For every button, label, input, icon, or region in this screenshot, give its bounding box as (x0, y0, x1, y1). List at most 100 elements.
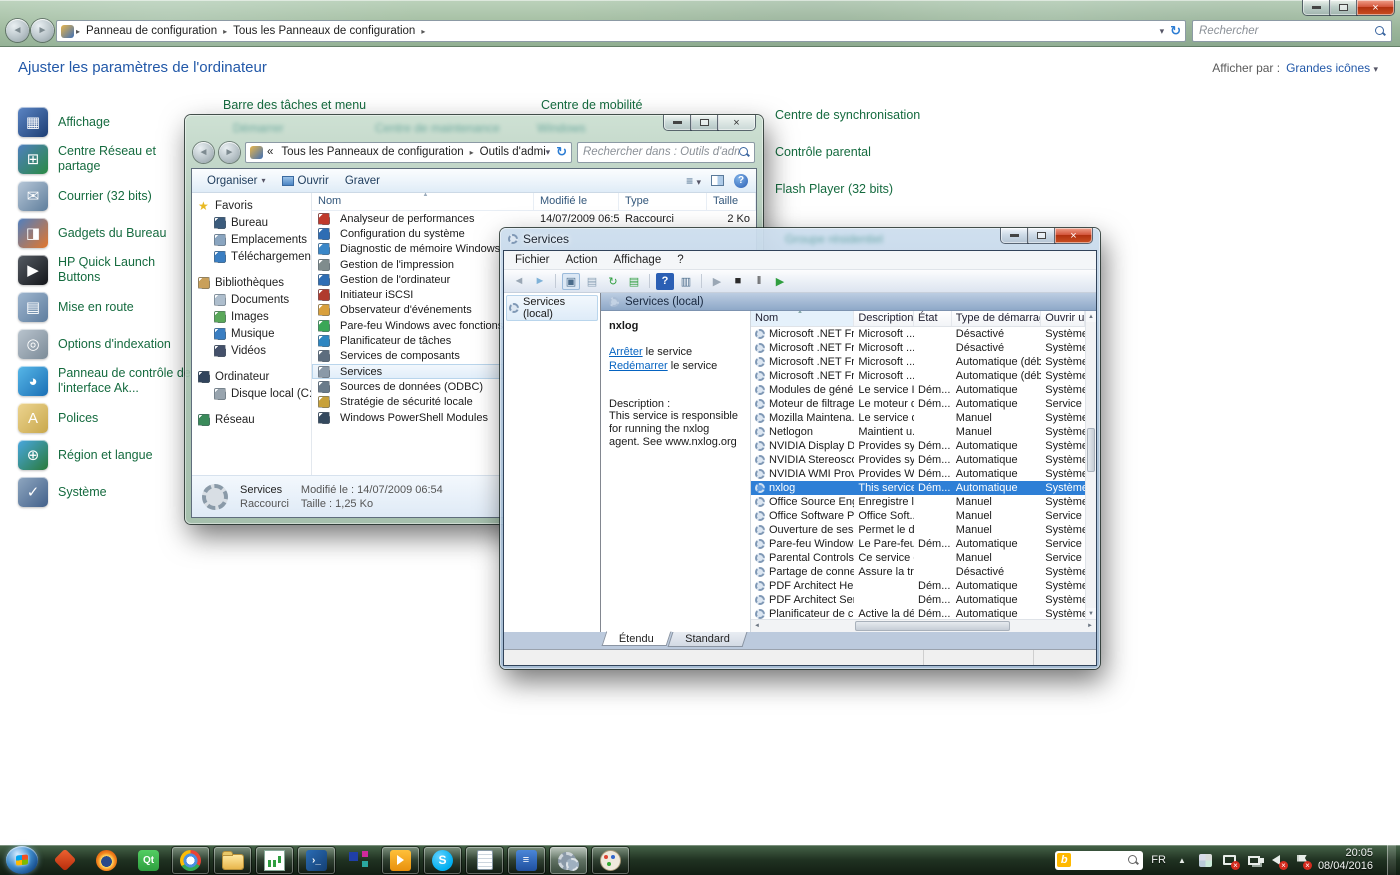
cp-item[interactable]: ◎Options d'indexation (18, 329, 196, 359)
cp-item[interactable]: ⊕Région et langue (18, 440, 196, 470)
sidebar-item-documents[interactable]: Documents (198, 291, 311, 308)
taskbar-button-notes-app[interactable] (466, 847, 503, 874)
menu-[interactable]: ? (669, 252, 691, 268)
service-row[interactable]: Microsoft .NET Fr...Microsoft ....Désact… (751, 327, 1085, 341)
minimize-button[interactable] (664, 115, 691, 130)
scrollbar-thumb[interactable] (1087, 428, 1095, 472)
back-button[interactable]: ◄ (193, 142, 214, 163)
address-bar[interactable]: « Tous les Panneaux de configuration▸Out… (245, 142, 572, 163)
cp-item-partial[interactable]: Contrôle parental (775, 145, 871, 159)
start-button[interactable] (6, 846, 38, 874)
cp-item[interactable]: ◕Panneau de contrôle de l'interface Ak..… (18, 366, 196, 396)
export-icon[interactable]: ▤ (625, 273, 643, 290)
sidebar-item-network[interactable]: Réseau (198, 411, 311, 428)
action-center-flag-icon[interactable] (1294, 852, 1310, 868)
breadcrumb-item[interactable]: Panneau de configuration (82, 25, 221, 37)
close-button[interactable]: × (1357, 0, 1394, 15)
cp-item[interactable]: APolices (18, 403, 196, 433)
sidebar-item-pictures[interactable]: Images (198, 308, 311, 325)
refresh-icon[interactable]: ↻ (604, 273, 622, 290)
start-service-icon[interactable]: ▶ (708, 273, 726, 290)
menu-affichage[interactable]: Affichage (605, 252, 669, 268)
sidebar-item-star[interactable]: ★Favoris (198, 197, 311, 214)
forward-button[interactable]: ► (31, 19, 54, 42)
back-icon[interactable]: ◄ (510, 273, 528, 290)
sidebar-item-videos[interactable]: Vidéos (198, 342, 311, 359)
forward-button[interactable]: ► (219, 142, 240, 163)
help-icon[interactable]: ? (656, 273, 674, 290)
service-row[interactable]: PDF Architect Hel...Dém...AutomatiqueSys… (751, 579, 1085, 593)
pause-service-icon[interactable]: ‖ (750, 273, 768, 290)
minimize-button[interactable] (1303, 0, 1330, 15)
forward-icon[interactable]: ► (531, 273, 549, 290)
taskbar-search-box[interactable]: b (1055, 851, 1143, 870)
cp-item-partial[interactable]: Flash Player (32 bits) (775, 182, 893, 196)
cp-item-partial[interactable]: Centre de mobilité (541, 98, 642, 112)
chevron-double[interactable]: « (263, 146, 277, 158)
service-row[interactable]: Pare-feu WindowsLe Pare-feu ...Dém...Aut… (751, 537, 1085, 551)
taskbar-button-chart-tool[interactable] (256, 847, 293, 874)
address-bar[interactable]: ▸Panneau de configuration▸Tous les Panne… (56, 20, 1186, 42)
tab-standard[interactable]: Standard (667, 632, 747, 647)
breadcrumb-item[interactable]: Outils d'administration (476, 146, 546, 158)
scrollbar-thumb[interactable] (855, 621, 1010, 631)
tab-étendu[interactable]: Étendu (602, 631, 672, 646)
scroll-down-icon[interactable]: ▼ (1086, 608, 1096, 619)
taskbar-button-windows-explorer[interactable] (214, 847, 251, 874)
column-header-nom[interactable]: Nom▲ (312, 193, 534, 210)
restart-service-link[interactable]: Redémarrer (609, 360, 668, 372)
display-error-icon[interactable] (1222, 852, 1238, 868)
properties-icon[interactable]: ▥ (677, 273, 695, 290)
help-icon[interactable]: ? (734, 174, 748, 188)
stop-service-icon[interactable]: ■ (729, 273, 747, 290)
language-indicator[interactable]: FR (1151, 854, 1166, 866)
sidebar-item-libraries[interactable]: Bibliothèques (198, 274, 311, 291)
show-desktop-button[interactable] (1387, 845, 1396, 875)
sidebar-item-recent-places[interactable]: Emplacements récen (198, 231, 311, 248)
sidebar-item-music[interactable]: Musique (198, 325, 311, 342)
volume-muted-icon[interactable] (1270, 852, 1286, 868)
close-button[interactable]: × (1055, 228, 1092, 243)
service-row[interactable]: PDF Architect Serv...Dém...AutomatiqueSy… (751, 593, 1085, 607)
maximize-button[interactable] (1028, 228, 1055, 243)
windows-update-icon[interactable] (1198, 852, 1214, 868)
search-icon[interactable] (1375, 26, 1385, 36)
preview-pane-icon[interactable] (711, 175, 724, 186)
service-row[interactable]: Mozilla Maintena...Le service d...Manuel… (751, 411, 1085, 425)
cp-item[interactable]: ▦Affichage (18, 107, 196, 137)
view-by-selector[interactable]: Grandes icônes ▾ (1286, 61, 1378, 75)
column-header-modifi-le[interactable]: Modifié le (534, 193, 619, 210)
taskbar-button-services-console[interactable] (550, 847, 587, 874)
taskbar-button-network-diagram-tool[interactable] (340, 847, 377, 874)
service-row[interactable]: Moteur de filtrage...Le moteur d...Dém..… (751, 397, 1085, 411)
cp-search-box[interactable]: Rechercher (1192, 20, 1392, 42)
vertical-scrollbar[interactable]: ▲ ▼ (1085, 311, 1096, 619)
open-button[interactable]: Ouvrir (275, 173, 336, 189)
service-row[interactable]: Planificateur de cl...Active la dé...Dém… (751, 607, 1085, 619)
service-row[interactable]: Ouverture de sessi...Permet le d...Manue… (751, 523, 1085, 537)
maximize-button[interactable] (691, 115, 718, 130)
scroll-up-icon[interactable]: ▲ (1086, 311, 1096, 322)
back-button[interactable]: ◄ (6, 19, 29, 42)
service-row[interactable]: Parental ControlsCe service e...ManuelSe… (751, 551, 1085, 565)
service-row[interactable]: Modules de génér...Le service IK...Dém..… (751, 383, 1085, 397)
service-row[interactable]: Microsoft .NET Fr...Microsoft ....Désact… (751, 341, 1085, 355)
service-row[interactable]: Office Software Pr...Office Soft...Manue… (751, 509, 1085, 523)
restart-service-icon[interactable]: ▶ (771, 273, 789, 290)
hidden-icons-chevron[interactable]: ▲ (1174, 852, 1190, 868)
stop-service-link[interactable]: Arrêter (609, 346, 643, 358)
system-clock[interactable]: 20:05 08/04/2016 (1318, 847, 1373, 873)
column-header-description[interactable]: Description (854, 311, 914, 326)
column-header-ouvrir-ur[interactable]: Ouvrir ur (1041, 311, 1085, 326)
search-icon[interactable] (1128, 855, 1138, 865)
taskbar-button-skype[interactable]: S (424, 847, 461, 874)
column-header--tat[interactable]: État (914, 311, 952, 326)
views-icon[interactable]: ≡ ▾ (686, 174, 701, 188)
cp-item-partial[interactable]: Barre des tâches et menu (223, 98, 366, 112)
refresh-icon[interactable]: ↻ (556, 144, 567, 160)
organize-button[interactable]: Organiser▾ (200, 173, 273, 189)
sidebar-item-desktop[interactable]: Bureau (198, 214, 311, 231)
service-row[interactable]: Microsoft .NET Fr...Microsoft ....Automa… (751, 369, 1085, 383)
cp-item[interactable]: ▤Mise en route (18, 292, 196, 322)
tree-item-services-local[interactable]: Services (local) (506, 295, 598, 321)
